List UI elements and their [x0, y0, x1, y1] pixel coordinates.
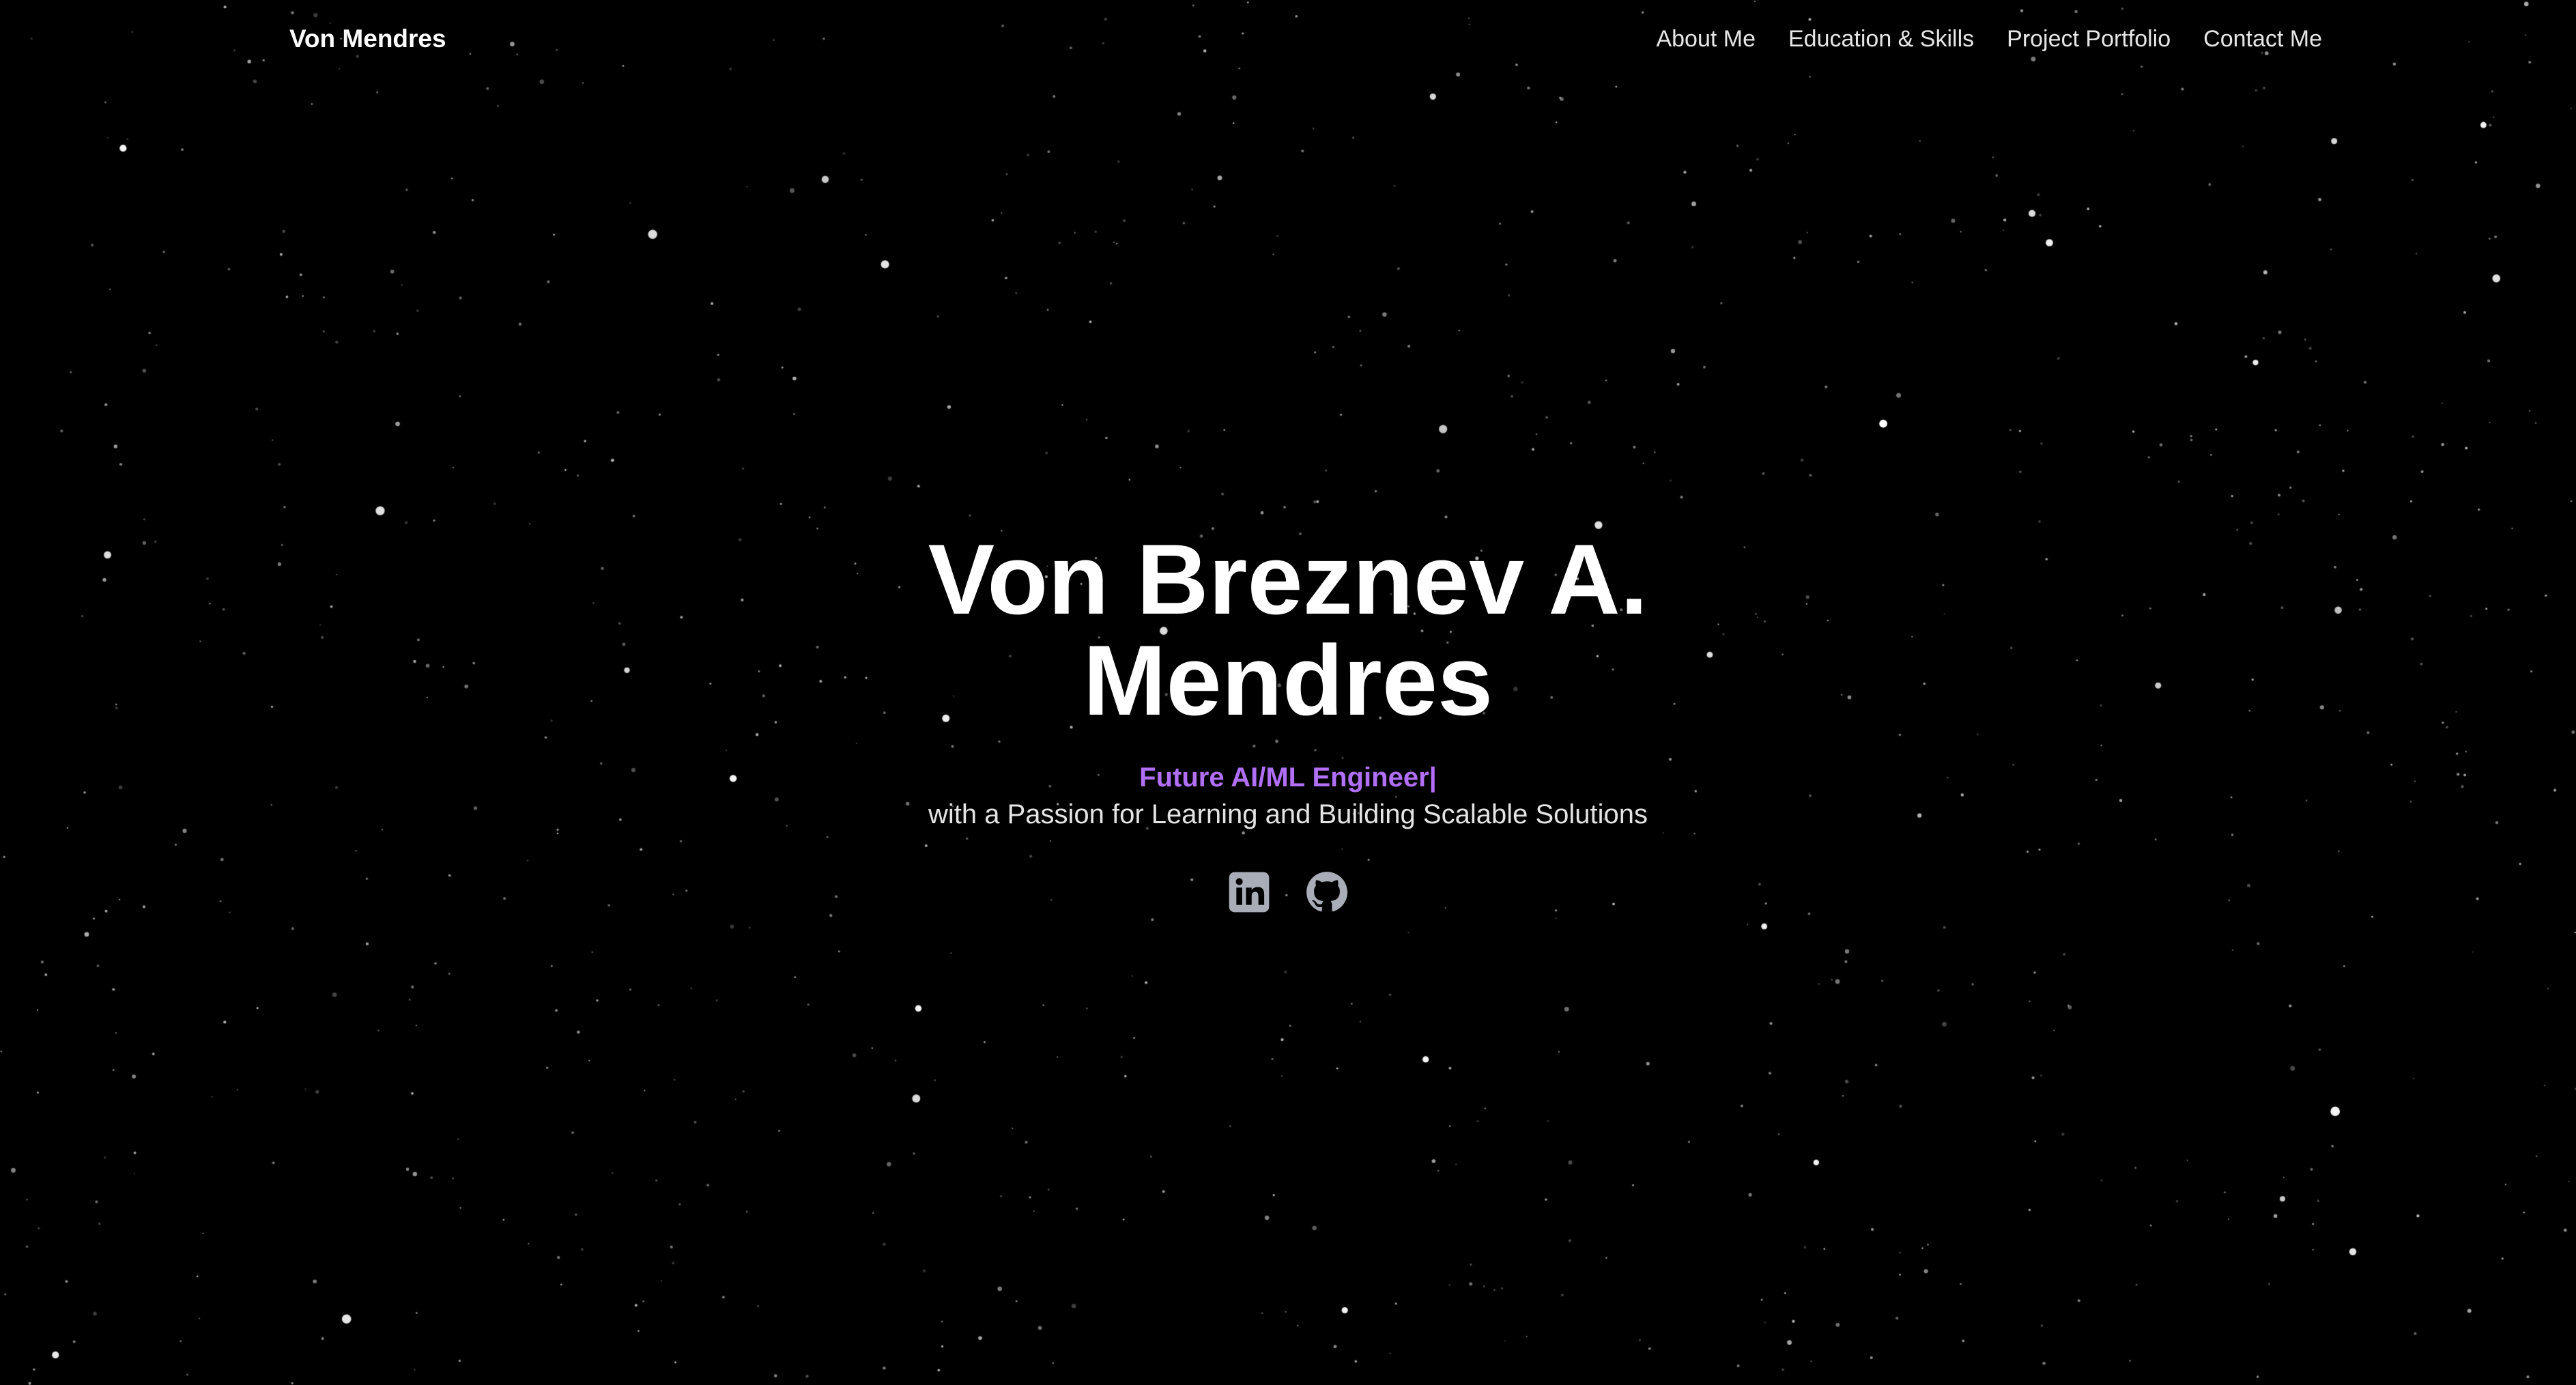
hero-name-line1: Von Breznev A.: [928, 524, 1648, 635]
social-links: [0, 870, 2576, 914]
nav-link-education-skills[interactable]: Education & Skills: [1788, 26, 1974, 53]
hero-section: Von Breznev A. Mendres Future AI/ML Engi…: [0, 529, 2576, 914]
hero-name-line2: Mendres: [1083, 625, 1493, 736]
nav-link-contact[interactable]: Contact Me: [2203, 26, 2322, 53]
nav-links: About Me Education & Skills Project Port…: [1656, 26, 2322, 53]
navbar: Von Mendres About Me Education & Skills …: [0, 0, 2576, 82]
github-link[interactable]: [1305, 870, 1349, 914]
nav-link-project-portfolio[interactable]: Project Portfolio: [2007, 26, 2171, 53]
page: Von Mendres About Me Education & Skills …: [0, 0, 2576, 1385]
nav-link-about[interactable]: About Me: [1656, 26, 1756, 53]
linkedin-link[interactable]: [1227, 870, 1271, 914]
hero-name: Von Breznev A. Mendres: [0, 529, 2576, 731]
hero-role-typewriter: Future AI/ML Engineer|: [1139, 762, 1437, 793]
github-icon: [1306, 872, 1348, 912]
hero-tagline: with a Passion for Learning and Building…: [928, 799, 1648, 829]
brand-logo[interactable]: Von Mendres: [289, 25, 446, 53]
linkedin-icon: [1229, 872, 1270, 913]
